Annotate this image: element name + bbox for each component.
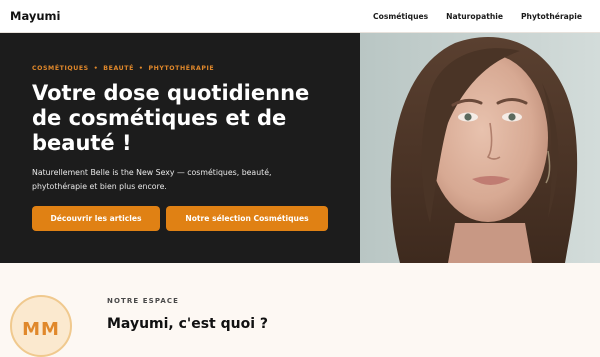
nav-link-naturopathie[interactable]: Naturopathie [446, 12, 503, 21]
tag-cosmetiques[interactable]: COSMÉTIQUES [32, 65, 89, 72]
top-navbar: Mayumi Cosmétiques Naturopathie Phytothé… [0, 0, 600, 33]
tag-beaute[interactable]: BEAUTÉ [103, 65, 134, 72]
section-title: Mayumi, c'est quoi ? [107, 316, 268, 332]
about-section: MM NOTRE ESPACE Mayumi, c'est quoi ? [0, 263, 600, 357]
cosmetics-selection-button[interactable]: Notre sélection Cosmétiques [166, 206, 328, 231]
main-nav: Cosmétiques Naturopathie Phytothérapie [373, 0, 600, 33]
hero-portrait-image [360, 33, 600, 263]
hero-headline: Votre dose quotidienne de cosmétiques et… [32, 81, 310, 155]
nav-link-cosmetiques[interactable]: Cosmétiques [373, 12, 428, 21]
hero-content: COSMÉTIQUES • BEAUTÉ • PHYTOTHÉRAPIE Vot… [32, 33, 352, 263]
avatar: MM [10, 295, 72, 357]
section-eyebrow: NOTRE ESPACE [107, 297, 180, 305]
discover-articles-button[interactable]: Découvrir les articles [32, 206, 160, 231]
nav-link-phytotherapie[interactable]: Phytothérapie [521, 12, 582, 21]
hero-tags: COSMÉTIQUES • BEAUTÉ • PHYTOTHÉRAPIE [32, 65, 214, 72]
hero-subtext: Naturellement Belle is the New Sexy — co… [32, 168, 272, 191]
tag-separator: • [93, 65, 99, 72]
tag-separator: • [138, 65, 144, 72]
hero-section: COSMÉTIQUES • BEAUTÉ • PHYTOTHÉRAPIE Vot… [0, 33, 600, 263]
brand-logo-link[interactable]: Mayumi [10, 9, 60, 23]
tag-phytotherapie[interactable]: PHYTOTHÉRAPIE [148, 65, 214, 72]
